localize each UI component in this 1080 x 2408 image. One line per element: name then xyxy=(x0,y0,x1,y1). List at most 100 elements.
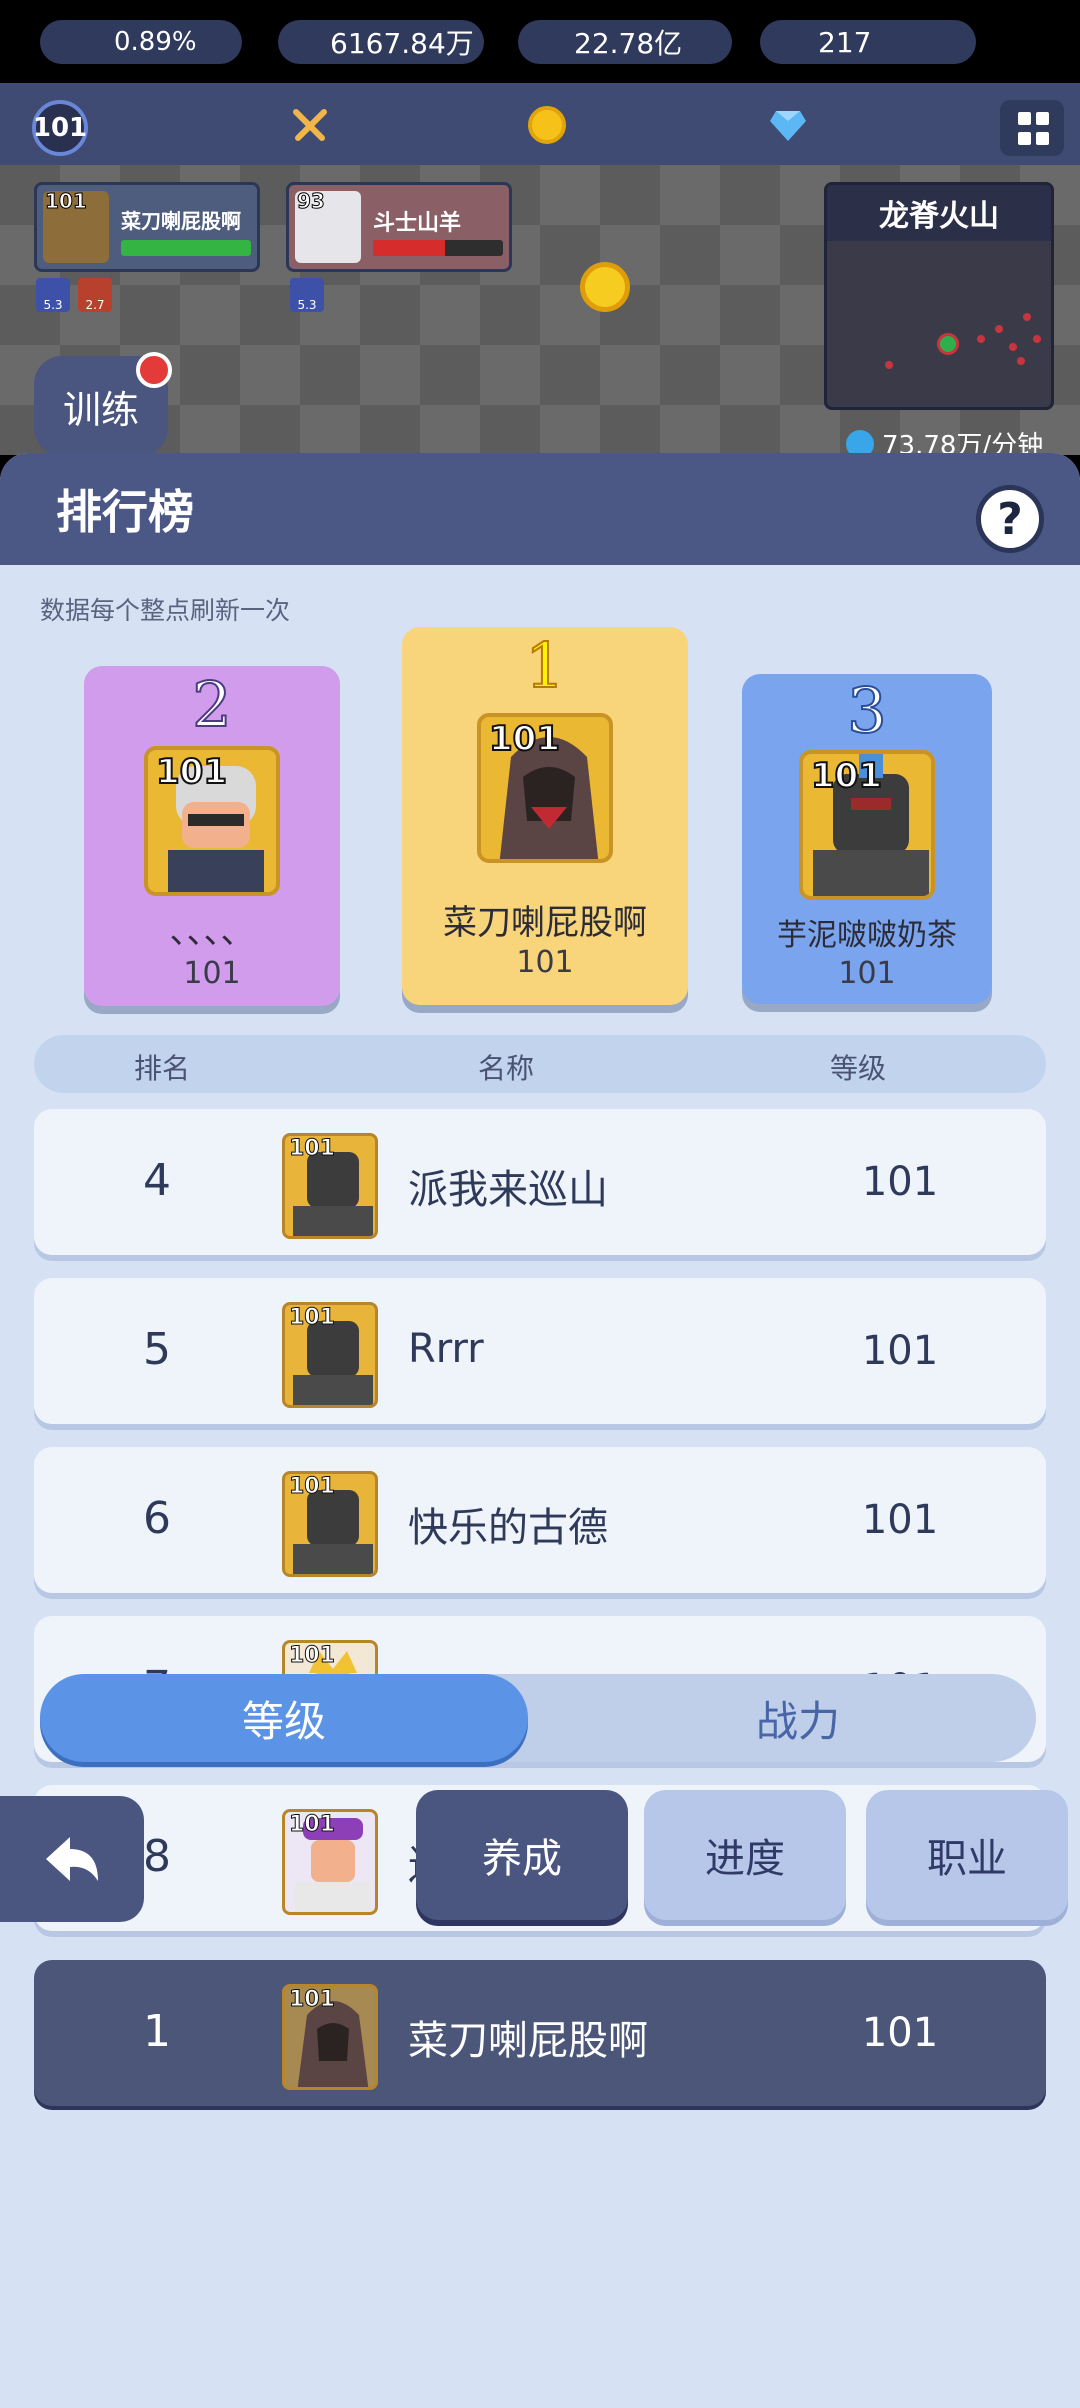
self-name: 菜刀喇屁股啊 xyxy=(121,209,241,233)
power-pill: 6167.84万 xyxy=(278,20,484,64)
my-rank-row[interactable]: 1 101 菜刀喇屁股啊 101 xyxy=(34,1960,1046,2106)
nav-progress-label: 进度 xyxy=(705,1836,785,1882)
gold-pill: 22.78亿 xyxy=(518,20,732,64)
podium-level: 101 xyxy=(183,956,241,991)
enemy-marker xyxy=(1017,357,1025,365)
row-avatar: 101 xyxy=(282,1809,378,1915)
buff-value-1: 5.3 xyxy=(43,298,63,312)
buff-lightning-icon[interactable]: 5.3 xyxy=(36,278,70,312)
gold-coin-icon xyxy=(528,106,566,144)
nav-class-button[interactable]: 职业 xyxy=(866,1790,1068,1920)
back-arrow-icon xyxy=(46,1837,98,1881)
row-name: 快乐的古德 xyxy=(408,1505,608,1551)
gem-value: 217 xyxy=(818,25,872,59)
enemy-hp-card[interactable]: 93 斗士山羊 xyxy=(286,182,512,272)
buff-fire-icon[interactable]: 2.7 xyxy=(78,278,112,312)
back-button[interactable] xyxy=(0,1796,144,1922)
table-row[interactable]: 5 101 Rrrr 101 xyxy=(34,1278,1046,1424)
self-hp-fill xyxy=(121,240,251,256)
podium-level-tag: 101 xyxy=(488,718,561,760)
row-level-tag: 101 xyxy=(289,1643,336,1669)
table-row[interactable]: 4 101 派我来巡山 101 xyxy=(34,1109,1046,1255)
train-label: 训练 xyxy=(62,387,139,432)
podium-level: 101 xyxy=(838,956,896,991)
row-rank: 4 xyxy=(143,1155,171,1206)
refresh-note: 数据每个整点刷新一次 xyxy=(40,596,291,625)
podium-avatar: 101 xyxy=(144,746,280,896)
table-header: 排名 名称 等级 xyxy=(34,1035,1046,1093)
tab-level[interactable]: 等级 xyxy=(40,1674,528,1762)
row-level: 101 xyxy=(861,2010,939,2056)
tab-level-label: 等级 xyxy=(241,1696,326,1746)
row-level: 101 xyxy=(861,1159,939,1205)
enemy-marker xyxy=(885,361,893,369)
row-avatar: 101 xyxy=(282,1984,378,2090)
self-level: 101 xyxy=(45,189,88,214)
menu-grid-button[interactable] xyxy=(1000,100,1064,156)
notification-dot xyxy=(136,352,172,388)
enemy-name: 斗士山羊 xyxy=(373,211,462,236)
grid-icon xyxy=(1016,110,1049,147)
podium-avatar: 101 xyxy=(477,713,613,863)
minimap[interactable]: 龙脊火山 xyxy=(824,182,1054,410)
row-name: 菜刀喇屁股啊 xyxy=(408,2018,648,2064)
help-button[interactable]: ? xyxy=(976,485,1044,553)
enemy-marker xyxy=(1009,343,1017,351)
dropped-coin-icon[interactable] xyxy=(580,262,630,312)
row-level-tag: 101 xyxy=(289,1474,336,1500)
row-name: 派我来巡山 xyxy=(408,1167,608,1213)
player-level-badge[interactable]: 101 xyxy=(32,100,88,156)
podium-rank-2[interactable]: 2 101 、、、、 101 xyxy=(84,666,340,1006)
leaderboard-panel: 排行榜 ? 数据每个整点刷新一次 2 101 、、、、 101 1 101 菜刀… xyxy=(0,453,1080,2408)
diamond-gem-icon xyxy=(770,111,806,141)
row-avatar: 101 xyxy=(282,1133,378,1239)
nav-train-label: 养成 xyxy=(482,1836,562,1882)
train-button[interactable]: 训练 xyxy=(34,352,172,456)
enemy-hp-fill xyxy=(373,240,445,256)
row-level-tag: 101 xyxy=(289,1136,336,1162)
crossed-swords-icon xyxy=(293,109,327,141)
gem-pill: 217 xyxy=(760,20,976,64)
tab-power[interactable]: 战力 xyxy=(560,1674,1036,1762)
row-rank: 5 xyxy=(143,1324,171,1375)
enemy-marker xyxy=(1023,313,1031,321)
ranking-type-toggle: 等级 战力 xyxy=(40,1674,1036,1762)
row-level: 101 xyxy=(861,1328,939,1374)
column-name: 名称 xyxy=(478,1052,535,1085)
enemy-marker xyxy=(977,335,985,343)
row-level-tag: 101 xyxy=(289,1987,336,2013)
nav-progress-button[interactable]: 进度 xyxy=(644,1790,846,1920)
podium-level-tag: 101 xyxy=(810,755,883,797)
row-level-tag: 101 xyxy=(289,1812,336,1838)
row-level: 101 xyxy=(861,1497,939,1543)
enemy-buff-lightning-icon[interactable]: 5.3 xyxy=(290,278,324,312)
self-hp-card[interactable]: 101 菜刀喇屁股啊 xyxy=(34,182,260,272)
nav-train-button[interactable]: 养成 xyxy=(416,1790,628,1920)
exp-percent: 0.89% xyxy=(114,27,197,57)
podium-name: 芋泥啵啵奶茶 xyxy=(777,918,957,953)
row-name: Rrrr xyxy=(408,1326,484,1372)
column-rank: 排名 xyxy=(134,1052,191,1085)
gold-value: 22.78亿 xyxy=(574,27,683,60)
row-avatar: 101 xyxy=(282,1471,378,1577)
podium-rank-3[interactable]: 3 101 芋泥啵啵奶茶 101 xyxy=(742,673,992,1004)
tab-power-label: 战力 xyxy=(755,1696,840,1746)
exp-pill: 0.89% xyxy=(40,20,242,64)
row-level-tag: 101 xyxy=(289,1305,336,1331)
row-avatar: 101 xyxy=(282,1302,378,1408)
row-rank: 1 xyxy=(143,2006,171,2057)
panel-title: 排行榜 xyxy=(56,485,194,539)
podium-name: 、、、、 xyxy=(169,912,255,952)
table-row[interactable]: 6 101 快乐的古德 101 xyxy=(34,1447,1046,1593)
podium-rank-1[interactable]: 1 101 菜刀喇屁股啊 101 xyxy=(402,627,688,1005)
enemy-hp-bar xyxy=(373,240,503,256)
podium-rank-number: 3 xyxy=(846,673,887,748)
podium-level-tag: 101 xyxy=(155,751,228,793)
podium-rank-number: 1 xyxy=(524,628,565,703)
map-name: 龙脊火山 xyxy=(827,185,1051,241)
self-hp-bar xyxy=(121,240,251,256)
podium-level: 101 xyxy=(516,945,574,980)
enemy-marker xyxy=(1033,335,1041,343)
podium-name: 菜刀喇屁股啊 xyxy=(443,903,647,943)
question-icon: ? xyxy=(997,493,1023,545)
